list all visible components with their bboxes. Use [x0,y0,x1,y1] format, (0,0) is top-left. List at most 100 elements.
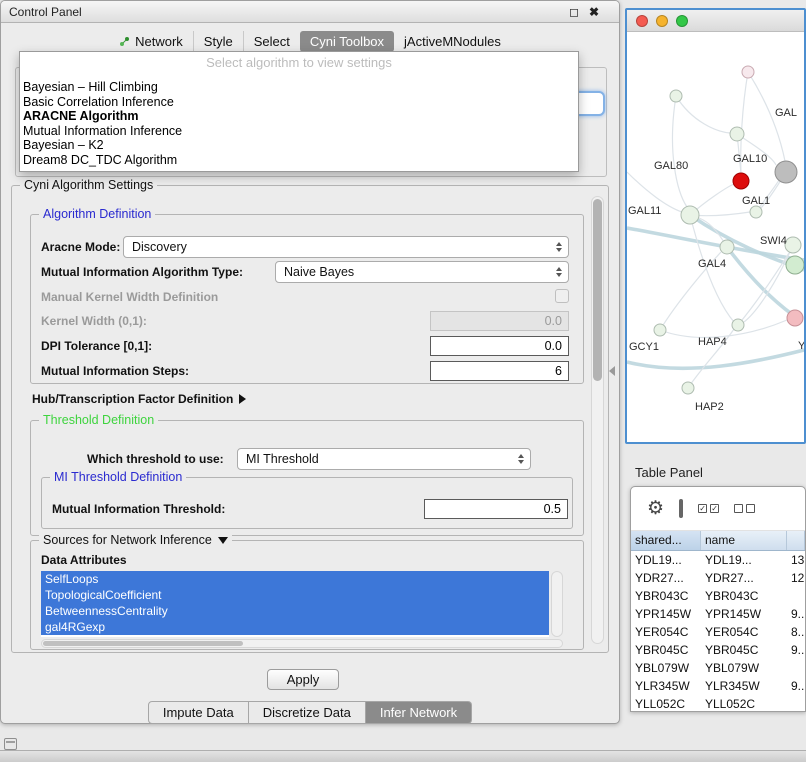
table-cell: 9... [787,605,805,623]
network-node[interactable] [670,90,682,102]
table-row[interactable]: YPR145W YPR145W 9... [631,605,805,623]
algorithm-option[interactable]: Bayesian – Hill Climbing [20,80,578,95]
tab-infer-network[interactable]: Infer Network [366,701,472,724]
table-row[interactable]: YLL052C YLL052C [631,695,805,712]
attribute-list-item[interactable]: SelfLoops [41,571,549,587]
node-label: HAP4 [698,336,727,348]
table-panel-title: Table Panel [635,465,703,480]
network-node[interactable] [730,127,744,141]
data-attributes-label: Data Attributes [41,553,127,567]
splitter-collapse-arrow[interactable] [609,366,615,376]
network-icon [119,36,130,47]
table-cell: YER054C [631,623,701,641]
table-cell: 9... [787,677,805,695]
table-row[interactable]: YBL079W YBL079W [631,659,805,677]
tab-jactivemnodules[interactable]: jActiveMNodules [394,31,511,52]
aracne-mode-select[interactable]: Discovery [123,236,569,258]
mi-threshold-input[interactable]: 0.5 [424,499,568,519]
float-window-icon[interactable]: ◻ [569,6,579,18]
mi-steps-input[interactable]: 6 [430,361,569,381]
network-node-red[interactable] [733,173,749,189]
apply-button[interactable]: Apply [267,669,339,690]
table-options-button[interactable]: ⚙ [647,499,664,518]
column-header-shared-name[interactable]: shared... [631,531,701,550]
tab-network[interactable]: Network [109,31,193,52]
algorithm-option[interactable]: Mutual Information Inference [20,124,578,139]
attribute-list-scrollbar[interactable] [551,571,563,637]
collapsed-panel-icon[interactable] [4,738,17,750]
tab-select[interactable]: Select [243,31,300,52]
manual-kernel-label: Manual Kernel Width Definition [41,290,218,304]
tab-label: Cyni Toolbox [310,34,384,49]
table-row[interactable]: YLR345W YLR345W 9... [631,677,805,695]
algorithm-option[interactable]: Bayesian – K2 [20,138,578,153]
tab-impute-data[interactable]: Impute Data [148,701,249,724]
table-cell: YDR27... [631,569,701,587]
combo-arrows-icon [556,267,562,277]
attribute-list-item[interactable]: BetweennessCentrality [41,603,549,619]
algorithm-dropdown-popup: Select algorithm to view settings Bayesi… [19,51,579,172]
tab-discretize-data[interactable]: Discretize Data [249,701,366,724]
dpi-tolerance-input[interactable]: 0.0 [430,336,569,356]
gear-icon: ⚙ [647,498,664,519]
settings-scrollbar[interactable] [591,196,604,644]
control-panel-tabbar: Network Style Select Cyni Toolbox jActiv… [1,29,619,53]
network-node[interactable] [720,240,734,254]
mi-algorithm-type-select[interactable]: Naive Bayes [275,261,569,283]
tab-cyni-toolbox[interactable]: Cyni Toolbox [300,31,394,52]
traffic-light-close[interactable] [636,15,648,27]
table-row[interactable]: YBR043C YBR043C [631,587,805,605]
tab-style[interactable]: Style [193,31,243,52]
network-node[interactable] [681,206,699,224]
sources-group: Sources for Network Inference Data Attri… [30,540,584,650]
node-label: GAL1 [742,195,770,207]
attribute-list-hscrollbar[interactable] [41,639,563,648]
network-node[interactable] [732,319,744,331]
table-cell: YDL19... [631,551,701,569]
show-columns-button[interactable] [679,501,683,516]
network-node[interactable] [654,324,666,336]
column-header-name[interactable]: name [701,531,787,550]
attribute-list-hscrollbar-thumb[interactable] [43,641,243,646]
select-all-button[interactable]: ✓ ✓ [698,504,719,513]
network-node-pink[interactable] [787,310,803,326]
algorithm-option[interactable]: Dream8 DC_TDC Algorithm [20,153,578,168]
attribute-list-item[interactable]: TopologicalCoefficient [41,587,549,603]
table-cell: YBL079W [631,659,701,677]
table-row[interactable]: YBR045C YBR045C 9... [631,641,805,659]
kernel-width-input: 0.0 [430,311,569,331]
sources-header[interactable]: Sources for Network Inference [39,533,232,547]
settings-scrollbar-thumb[interactable] [593,199,602,381]
which-threshold-select[interactable]: MI Threshold [237,448,531,470]
attribute-list-item[interactable]: gal4RGexp [41,619,549,635]
traffic-light-zoom[interactable] [676,15,688,27]
algorithm-definition-group: Algorithm Definition Aracne Mode: Discov… [30,214,584,384]
table-row[interactable]: YDL19... YDL19... 13... [631,551,805,569]
deselect-all-button[interactable] [734,504,755,513]
algorithm-option[interactable]: Basic Correlation Inference [20,95,578,110]
table-cell: YDL19... [701,551,787,569]
table-cell: 12... [787,569,805,587]
algorithm-option-selected[interactable]: ARACNE Algorithm [20,109,578,124]
table-panel-window: ⚙ ✓ ✓ shared... name YDL19... YDL19... 1… [630,486,806,712]
network-node[interactable] [785,237,801,253]
network-node-gray[interactable] [775,161,797,183]
checked-box-icon: ✓ [698,504,707,513]
table-row[interactable]: YER054C YER054C 8... [631,623,805,641]
settings-group-title: Cyni Algorithm Settings [20,178,157,192]
column-header[interactable] [787,531,805,550]
network-node[interactable] [682,382,694,394]
aracne-mode-label: Aracne Mode: [41,240,120,254]
network-node[interactable] [742,66,754,78]
table-cell [787,587,805,605]
table-row[interactable]: YDR27... YDR27... 12... [631,569,805,587]
network-graph[interactable]: GAL GAL80 GAL10 GAL11 GAL1 SWI4 GAL4 GCY… [627,32,804,442]
tab-label: Network [135,34,183,49]
hub-section-toggle[interactable]: Hub/Transcription Factor Definition [32,392,246,406]
close-icon[interactable]: ✖ [589,6,599,18]
tab-label: Style [204,34,233,49]
traffic-light-minimize[interactable] [656,15,668,27]
combo-arrows-icon [556,242,562,252]
network-node[interactable] [786,256,804,274]
network-node[interactable] [750,206,762,218]
